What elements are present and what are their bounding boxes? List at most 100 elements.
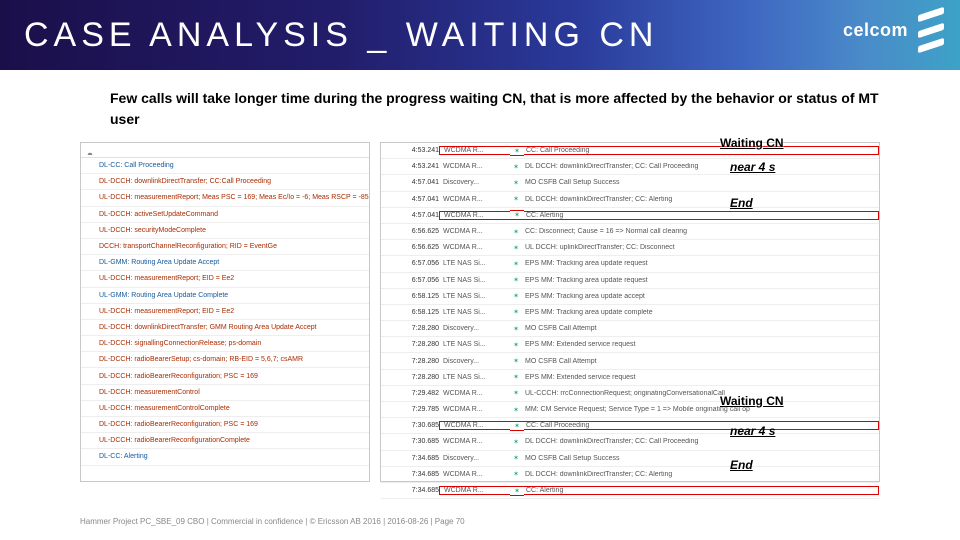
row-msg: MO CSFB Call Setup Success xyxy=(523,179,879,186)
left-trace-row: DCCH: transportChannelReconfiguration; R… xyxy=(81,239,369,255)
subtitle-text: Few calls will take longer time during t… xyxy=(110,88,880,130)
row-icon: ✶ xyxy=(509,260,523,268)
right-trace-row: 7:28.280LTE NAS Si...✶EPS MM: Extended s… xyxy=(381,337,879,353)
left-trace-row: DL-CC: Call Proceeding xyxy=(81,158,369,174)
row-msg: DL DCCH: downlinkDirectTransfer; CC: Ale… xyxy=(523,196,879,203)
slide-header: CASE ANALYSIS _ WAITING CN celcom xyxy=(0,0,960,70)
row-msg: MO CSFB Call Attempt xyxy=(523,325,879,332)
right-trace-row: 7:34.685Discovery...✶MO CSFB Call Setup … xyxy=(381,451,879,467)
row-time: 6:56.625 xyxy=(381,228,439,235)
row-tech: WCDMA R... xyxy=(439,211,510,220)
left-trace-panel: DL-CC: Call Proceeding DL-DCCH: downlinkD… xyxy=(80,142,370,482)
row-msg: DL DCCH: downlinkDirectTransfer; CC: Cal… xyxy=(523,438,879,445)
row-msg: UL-CCCH: rrcConnectionRequest; originati… xyxy=(523,390,879,397)
row-tech: WCDMA R... xyxy=(439,406,509,413)
row-time: 7:30.685 xyxy=(381,422,439,429)
row-icon: ✶ xyxy=(509,357,523,365)
row-msg: UL DCCH: uplinkDirectTransfer; CC: Disco… xyxy=(523,244,879,251)
row-tech: WCDMA R... xyxy=(439,228,509,235)
row-msg: DL DCCH: downlinkDirectTransfer; CC: Ale… xyxy=(523,471,879,478)
trace-content: DL-CC: Call Proceeding DL-DCCH: downlinkD… xyxy=(80,142,880,482)
right-trace-row: 6:58.125LTE NAS Si...✶EPS MM: Tracking a… xyxy=(381,289,879,305)
row-msg: CC: Disconnect; Cause = 16 => Normal cal… xyxy=(523,228,879,235)
row-time: 7:34.685 xyxy=(381,455,439,462)
right-trace-row: 6:57.056LTE NAS Si...✶EPS MM: Tracking a… xyxy=(381,273,879,289)
row-tech: WCDMA R... xyxy=(439,438,509,445)
left-trace-row: DL-DCCH: downlinkDirectTransfer; GMM Rou… xyxy=(81,320,369,336)
footer-text: Hammer Project PC_SBE_09 CBO | Commercia… xyxy=(80,517,465,526)
row-msg: MO CSFB Call Setup Success xyxy=(523,455,879,462)
left-trace-row: UL-DCCH: measurementReport; EID = Ee2 xyxy=(81,271,369,287)
row-icon: ✶ xyxy=(510,421,524,431)
left-trace-row: DL-DCCH: activeSetUpdateCommand xyxy=(81,207,369,223)
row-msg: CC: Call Proceeding xyxy=(524,146,879,155)
left-panel-header xyxy=(81,143,369,158)
annotation-near4s-1: near 4 s xyxy=(730,160,775,174)
right-trace-row: 4:57.041Discovery...✶MO CSFB Call Setup … xyxy=(381,175,879,191)
left-trace-row: UL-DCCH: securityModeComplete xyxy=(81,223,369,239)
row-icon: ✶ xyxy=(509,406,523,414)
row-msg: DL DCCH: downlinkDirectTransfer; CC: Cal… xyxy=(523,163,879,170)
ericsson-logo xyxy=(918,4,944,56)
row-tech: WCDMA R... xyxy=(439,163,509,170)
row-icon: ✶ xyxy=(509,292,523,300)
right-trace-row: 7:29.785WCDMA R...✶MM: CM Service Reques… xyxy=(381,402,879,418)
right-trace-row: 7:28.280LTE NAS Si...✶EPS MM: Extended s… xyxy=(381,370,879,386)
row-tech: Discovery... xyxy=(439,179,509,186)
left-trace-row: UL-DCCH: measurementReport; Meas PSC = 1… xyxy=(81,190,369,206)
annotation-near4s-2: near 4 s xyxy=(730,424,775,438)
row-msg: EPS MM: Tracking area update request xyxy=(523,277,879,284)
left-trace-row: UL-DCCH: measurementControlComplete xyxy=(81,401,369,417)
left-trace-row: UL-GMM: Routing Area Update Complete xyxy=(81,288,369,304)
row-msg: EPS MM: Tracking area update request xyxy=(523,260,879,267)
row-icon: ✶ xyxy=(509,228,523,236)
row-icon: ✶ xyxy=(510,210,524,220)
row-time: 6:58.125 xyxy=(381,309,439,316)
annotation-end-1: End xyxy=(730,196,753,210)
annotation-end-2: End xyxy=(730,458,753,472)
row-time: 7:29.482 xyxy=(381,390,439,397)
row-msg: MM: CM Service Request; Service Type = 1… xyxy=(523,406,879,413)
row-time: 4:57.041 xyxy=(381,196,439,203)
row-icon: ✶ xyxy=(509,341,523,349)
row-icon: ✶ xyxy=(509,470,523,478)
annotation-waiting-cn-2: Waiting CN xyxy=(720,394,784,408)
row-tech: Discovery... xyxy=(439,325,509,332)
row-msg: EPS MM: Tracking area update accept xyxy=(523,293,879,300)
row-time: 7:28.280 xyxy=(381,374,439,381)
row-time: 7:30.685 xyxy=(381,438,439,445)
left-trace-row: DL-DCCH: measurementControl xyxy=(81,385,369,401)
row-msg: EPS MM: Tracking area update complete xyxy=(523,309,879,316)
right-trace-row: 4:53.241WCDMA R...✶CC: Call Proceeding xyxy=(381,143,879,159)
row-icon: ✶ xyxy=(509,389,523,397)
row-time: 4:57.041 xyxy=(381,212,439,219)
row-icon: ✶ xyxy=(509,195,523,203)
row-icon: ✶ xyxy=(509,438,523,446)
row-time: 7:28.280 xyxy=(381,341,439,348)
row-time: 6:57.056 xyxy=(381,260,439,267)
row-tech: Discovery... xyxy=(439,455,509,462)
page-title: CASE ANALYSIS _ WAITING CN xyxy=(24,16,658,55)
row-time: 7:34.685 xyxy=(381,487,439,494)
right-trace-row: 7:30.685WCDMA R...✶CC: Call Proceeding xyxy=(381,418,879,434)
right-trace-row: 7:29.482WCDMA R...✶UL-CCCH: rrcConnectio… xyxy=(381,386,879,402)
row-time: 4:53.241 xyxy=(381,163,439,170)
row-time: 4:57.041 xyxy=(381,179,439,186)
row-tech: WCDMA R... xyxy=(439,244,509,251)
row-tech: Discovery... xyxy=(439,358,509,365)
row-icon: ✶ xyxy=(509,179,523,187)
right-trace-row: 7:30.685WCDMA R...✶DL DCCH: downlinkDire… xyxy=(381,434,879,450)
annotation-waiting-cn-1: Waiting CN xyxy=(720,136,784,150)
row-msg: CC: Alerting xyxy=(524,211,879,220)
row-icon: ✶ xyxy=(509,454,523,462)
row-time: 7:28.280 xyxy=(381,358,439,365)
row-icon: ✶ xyxy=(510,486,524,496)
row-tech: LTE NAS Si... xyxy=(439,277,509,284)
row-msg: CC: Call Proceeding xyxy=(524,421,879,430)
row-tech: LTE NAS Si... xyxy=(439,374,509,381)
left-trace-row: DL-DCCH: radioBearerReconfiguration; PSC… xyxy=(81,368,369,384)
logo-group: celcom xyxy=(843,8,944,52)
row-tech: WCDMA R... xyxy=(439,471,509,478)
row-tech: WCDMA R... xyxy=(439,146,510,155)
row-time: 6:56.625 xyxy=(381,244,439,251)
